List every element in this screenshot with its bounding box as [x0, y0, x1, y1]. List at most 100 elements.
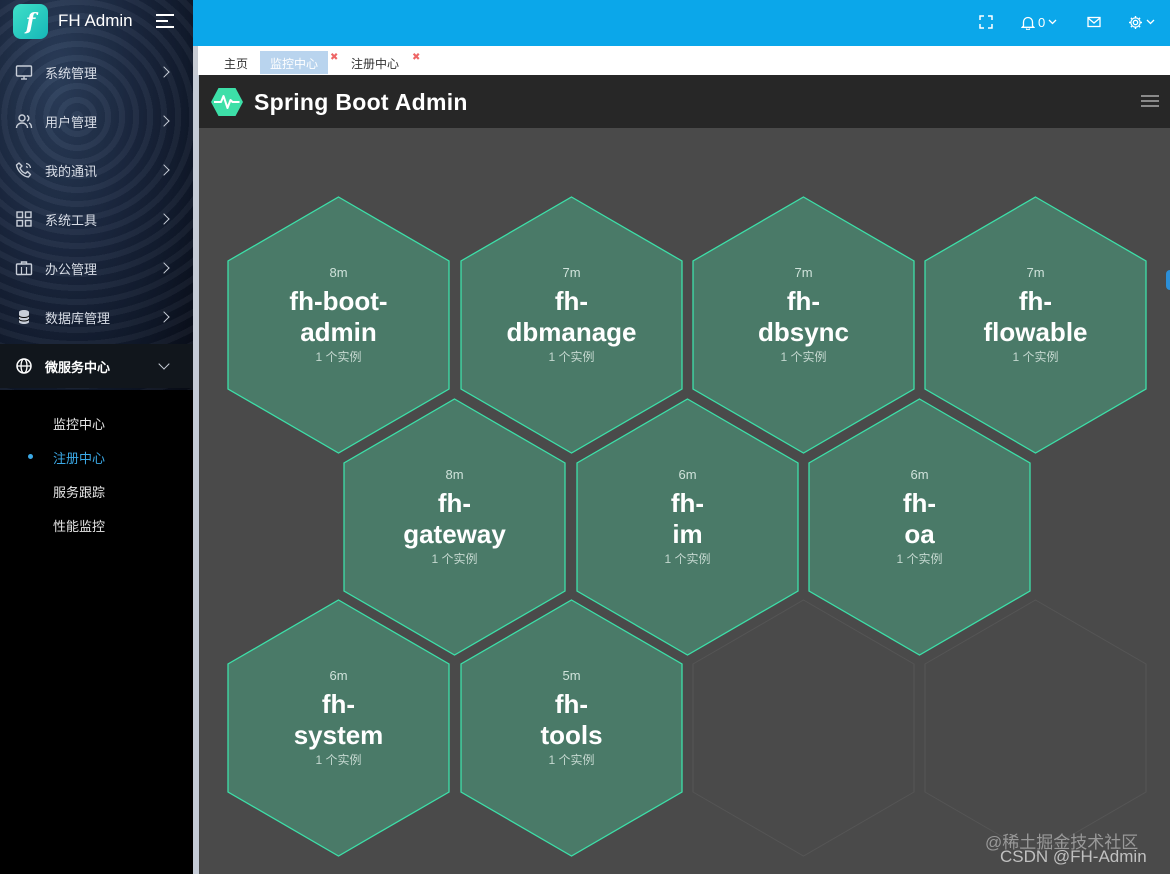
notifications-button[interactable]: 0	[1021, 13, 1057, 31]
sidebar-item-label: 数据库管理	[45, 310, 111, 326]
app-name-line2: dbmanage	[506, 317, 637, 347]
tab-home[interactable]: 主页	[214, 51, 258, 74]
app-instance-count: 1 个实例	[548, 753, 595, 767]
bell-icon	[1021, 16, 1035, 30]
tab-monitor-center[interactable]: 监控中心	[260, 51, 329, 74]
tab-registry-center[interactable]: 注册中心	[341, 51, 409, 74]
sidebar-subitem-monitor-center[interactable]: 监控中心	[0, 405, 193, 439]
app-hex-label[interactable]: 5m fh-tools 1 个实例	[461, 668, 682, 768]
fullscreen-icon	[979, 15, 993, 29]
app-instance-count: 1 个实例	[1012, 350, 1059, 364]
monitor-icon	[15, 65, 33, 80]
sidebar-item-user-management[interactable]: 用户管理	[0, 99, 193, 143]
app-name-line2: admin	[300, 317, 377, 347]
active-dot-icon	[28, 454, 33, 459]
sidebar: f FH Admin 系统管理 用户管理 我的通讯 系统工具 办公管理 数据库管…	[0, 0, 193, 874]
app-uptime: 6m	[329, 668, 348, 683]
app-name-line1: fh-	[321, 689, 356, 719]
grid-icon	[16, 211, 32, 227]
app-name-line1: fh-boot-	[289, 286, 388, 316]
sidebar-item-office-management[interactable]: 办公管理	[0, 246, 193, 290]
app-name-line1: fh-	[670, 488, 705, 518]
app-name-line2: gateway	[403, 519, 506, 549]
app-instance-count: 1 个实例	[896, 552, 943, 566]
app-uptime: 5m	[562, 668, 581, 683]
tab-close-icon[interactable]: ✖	[412, 52, 420, 63]
messages-button[interactable]	[1087, 13, 1101, 31]
gear-icon	[1129, 15, 1142, 29]
app-hex-label[interactable]: 8m fh-gateway 1 个实例	[344, 467, 565, 567]
app-hex-label[interactable]: 7m fh-dbmanage 1 个实例	[461, 265, 682, 365]
app-uptime: 7m	[1026, 265, 1045, 280]
chevron-right-icon	[158, 213, 170, 225]
app-hex-label[interactable]: 7m fh-flowable 1 个实例	[925, 265, 1146, 365]
sidebar-item-label: 微服务中心	[45, 359, 111, 375]
sidebar-item-system-tools[interactable]: 系统工具	[0, 197, 193, 241]
watermark: CSDN @FH-Admin	[1000, 847, 1147, 866]
fullscreen-button[interactable]	[979, 13, 993, 31]
app-name-line2: flowable	[983, 317, 1088, 347]
chevron-right-icon	[158, 164, 170, 176]
chevron-right-icon	[158, 262, 170, 274]
empty-hex-slot	[692, 599, 915, 857]
top-bar: 0	[193, 0, 1170, 46]
sidebar-subitem-registry-center[interactable]: 注册中心	[0, 439, 193, 473]
settings-button[interactable]	[1128, 13, 1155, 31]
briefcase-icon	[15, 261, 33, 276]
brand[interactable]: f FH Admin	[0, 0, 193, 44]
database-icon	[18, 310, 30, 324]
sidebar-item-label: 用户管理	[45, 114, 98, 130]
app-uptime: 8m	[445, 467, 464, 482]
users-icon	[15, 114, 33, 129]
chevron-down-icon	[158, 358, 170, 370]
app-name-line2: dbsync	[757, 317, 850, 347]
chevron-down-icon	[1146, 19, 1155, 25]
scroll-handle[interactable]	[1166, 270, 1170, 290]
app-uptime: 7m	[562, 265, 581, 280]
brand-name: FH Admin	[58, 11, 133, 30]
sidebar-item-label: 系统工具	[45, 212, 98, 228]
sidebar-item-label: 办公管理	[45, 261, 98, 277]
app-name-line1: fh-	[1018, 286, 1053, 316]
sidebar-item-label: 系统管理	[45, 65, 98, 81]
notification-count: 0	[1038, 14, 1046, 30]
sidebar-item-label: 我的通讯	[45, 163, 98, 179]
sidebar-item-system-management[interactable]: 系统管理	[0, 50, 193, 94]
app-uptime: 6m	[678, 467, 697, 482]
sidebar-subitem-label: 服务跟踪	[53, 485, 106, 500]
app-uptime: 8m	[329, 265, 348, 280]
app-hex-label[interactable]: 6m fh-im 1 个实例	[577, 467, 798, 567]
empty-hex-slot	[924, 599, 1147, 857]
tab-bar: 主页 监控中心 ✖ 注册中心 ✖	[193, 46, 1170, 75]
app-hex-label[interactable]: 7m fh-dbsync 1 个实例	[693, 265, 914, 365]
sidebar-subitem-label: 注册中心	[53, 451, 106, 466]
app-instance-count: 1 个实例	[315, 753, 362, 767]
menu-toggle-icon[interactable]	[156, 14, 174, 28]
sidebar-item-database-management[interactable]: 数据库管理	[0, 295, 193, 339]
app-instance-count: 1 个实例	[780, 350, 827, 364]
sidebar-subitem-label: 性能监控	[53, 519, 106, 534]
sidebar-subitem-label: 监控中心	[53, 417, 106, 432]
spring-boot-admin-panel: Spring Boot Admin 8m fh-boot-admin 1 个实例 7m…	[193, 75, 1170, 874]
brand-logo: f	[13, 4, 48, 39]
sidebar-subitem-performance-monitor[interactable]: 性能监控	[0, 507, 193, 541]
sidebar-item-my-communications[interactable]: 我的通讯	[0, 148, 193, 192]
app-hex-label[interactable]: 8m fh-boot-admin 1 个实例	[228, 265, 449, 365]
app-name-line1: fh-	[786, 286, 821, 316]
app-name-line2: oa	[904, 519, 935, 549]
app-uptime: 6m	[910, 467, 929, 482]
app-hex-label[interactable]: 6m fh-oa 1 个实例	[809, 467, 1030, 567]
tab-close-icon[interactable]: ✖	[330, 52, 338, 63]
globe-icon	[16, 358, 32, 374]
phone-icon	[15, 162, 32, 178]
app-name-line2: tools	[540, 720, 603, 750]
sidebar-item-microservice-center[interactable]: 微服务中心	[0, 344, 193, 388]
mail-icon	[1087, 16, 1101, 28]
app-instance-count: 1 个实例	[315, 350, 362, 364]
chevron-down-icon	[1048, 19, 1057, 25]
app-instance-count: 1 个实例	[664, 552, 711, 566]
sidebar-subitem-service-tracing[interactable]: 服务跟踪	[0, 473, 193, 507]
chevron-right-icon	[158, 66, 170, 78]
app-name-line1: fh-	[554, 689, 589, 719]
app-hex-label[interactable]: 6m fh-system 1 个实例	[228, 668, 449, 768]
